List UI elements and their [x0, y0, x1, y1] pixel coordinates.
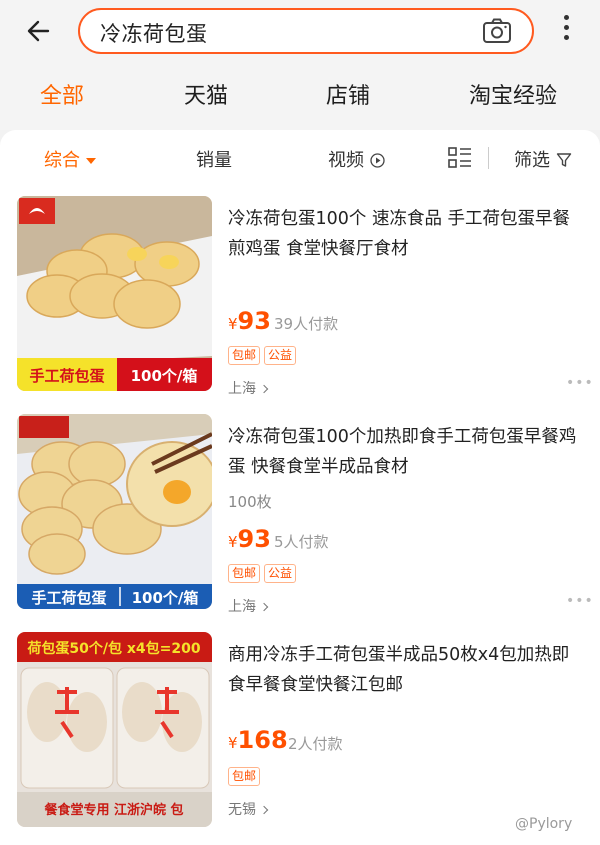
caret-down-icon — [86, 158, 96, 164]
category-tabs: 全部 天猫 店铺 淘宝经验 — [0, 78, 600, 118]
banner-right-text: 100个/箱 — [132, 589, 199, 607]
chevron-right-icon — [259, 805, 269, 815]
product-list: 手工荷包蛋 100个/箱 冷冻荷包蛋100个 速冻食品 手工荷包蛋早餐煎鸡蛋 食… — [0, 185, 600, 845]
search-input[interactable]: 冷冻荷包蛋 — [78, 8, 534, 54]
product-title[interactable]: 冷冻荷包蛋100个 速冻食品 手工荷包蛋早餐煎鸡蛋 食堂快餐厅食材 — [228, 204, 578, 264]
play-circle-icon — [370, 153, 385, 168]
tab-all[interactable]: 全部 — [40, 78, 84, 110]
banner-top-text: 荷包蛋50个/包 x4包=200 — [26, 640, 200, 657]
divider — [488, 147, 489, 169]
banner-right-text: 100个/箱 — [131, 367, 198, 385]
tag-free-shipping: 包邮 — [228, 767, 261, 786]
watermark: @Pylory — [515, 816, 573, 832]
product-price: ¥93 — [228, 525, 271, 553]
sales-count: 39人付款 — [274, 315, 339, 333]
product-price: ¥93 — [228, 307, 271, 335]
sort-filter-bar: 综合 销量 视频 筛选 — [0, 130, 600, 185]
location[interactable]: 无锡 — [228, 799, 269, 819]
more-options-icon[interactable]: ••• — [566, 593, 594, 609]
product-image[interactable]: 荷包蛋50个/包 x4包=200 餐食堂专用 江浙沪皖 包 — [17, 632, 212, 827]
product-price: ¥168 — [228, 726, 288, 754]
tab-taobao-experience[interactable]: 淘宝经验 — [469, 78, 557, 110]
tag-charity: 公益 — [264, 346, 297, 365]
location[interactable]: 上海 — [228, 596, 269, 616]
tag-list: 包邮 — [228, 765, 264, 786]
tag-charity: 公益 — [264, 564, 297, 583]
tag-free-shipping: 包邮 — [228, 564, 261, 583]
camera-icon[interactable] — [482, 18, 512, 44]
product-item[interactable]: 手工荷包蛋 100个/箱 冷冻荷包蛋100个 速冻食品 手工荷包蛋早餐煎鸡蛋 食… — [0, 185, 600, 403]
location[interactable]: 上海 — [228, 378, 269, 398]
more-options-icon[interactable]: ••• — [566, 375, 594, 391]
product-title[interactable]: 冷冻荷包蛋100个加热即食手工荷包蛋早餐鸡蛋 快餐食堂半成品食材 — [228, 422, 578, 482]
banner-bottom-text: 餐食堂专用 江浙沪皖 包 — [43, 802, 183, 818]
tag-free-shipping: 包邮 — [228, 346, 261, 365]
tab-shops[interactable]: 店铺 — [326, 78, 370, 110]
sort-comprehensive[interactable]: 综合 — [44, 146, 96, 172]
product-image[interactable]: 手工荷包蛋 100个/箱 — [17, 196, 212, 391]
tag-list: 包邮 公益 — [228, 562, 300, 583]
product-item[interactable]: 手工荷包蛋 100个/箱 冷冻荷包蛋100个加热即食手工荷包蛋早餐鸡蛋 快餐食堂… — [0, 403, 600, 621]
tag-list: 包邮 公益 — [228, 344, 300, 365]
more-menu-icon[interactable] — [556, 12, 576, 48]
filter-video[interactable]: 视频 — [328, 146, 385, 172]
product-title[interactable]: 商用冷冻手工荷包蛋半成品50枚x4包加热即食早餐食堂快餐江包邮 — [228, 640, 578, 700]
back-arrow-icon[interactable] — [22, 14, 56, 48]
chevron-right-icon — [259, 602, 269, 612]
filter-button[interactable]: 筛选 — [514, 146, 572, 172]
sales-count: 5人付款 — [274, 533, 329, 551]
sort-sales[interactable]: 销量 — [196, 146, 232, 172]
chevron-right-icon — [259, 384, 269, 394]
list-view-icon[interactable] — [448, 147, 472, 169]
funnel-icon — [556, 153, 571, 167]
header: 冷冻荷包蛋 全部 天猫 店铺 淘宝经验 — [0, 0, 600, 130]
banner-left-text: 手工荷包蛋 — [29, 367, 104, 385]
product-spec: 100枚 — [228, 493, 272, 511]
sales-count: 2人付款 — [288, 735, 343, 753]
tab-tmall[interactable]: 天猫 — [184, 78, 228, 110]
search-query-text: 冷冻荷包蛋 — [100, 22, 208, 46]
banner-left-text: 手工荷包蛋 — [31, 589, 106, 607]
product-image[interactable]: 手工荷包蛋 100个/箱 — [17, 414, 212, 609]
product-item[interactable]: 荷包蛋50个/包 x4包=200 餐食堂专用 江浙沪皖 包 商用冷冻手工荷包蛋半… — [0, 621, 600, 839]
